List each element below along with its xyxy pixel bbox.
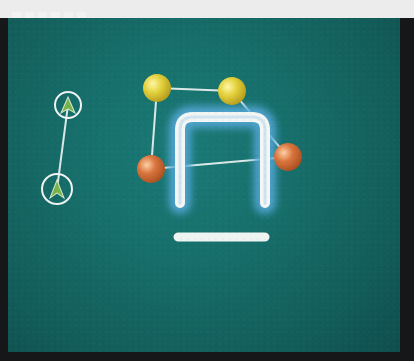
ship-marker-top bbox=[54, 91, 82, 119]
orange-node bbox=[137, 155, 165, 183]
orange-node bbox=[274, 143, 302, 171]
game-frame bbox=[0, 0, 414, 361]
yellow-node bbox=[143, 74, 171, 102]
yellow-node bbox=[218, 77, 246, 105]
game-scene bbox=[41, 74, 302, 246]
ship-marker-bottom bbox=[41, 173, 73, 205]
hud-top-strip bbox=[0, 0, 414, 18]
game-screen bbox=[8, 18, 400, 352]
